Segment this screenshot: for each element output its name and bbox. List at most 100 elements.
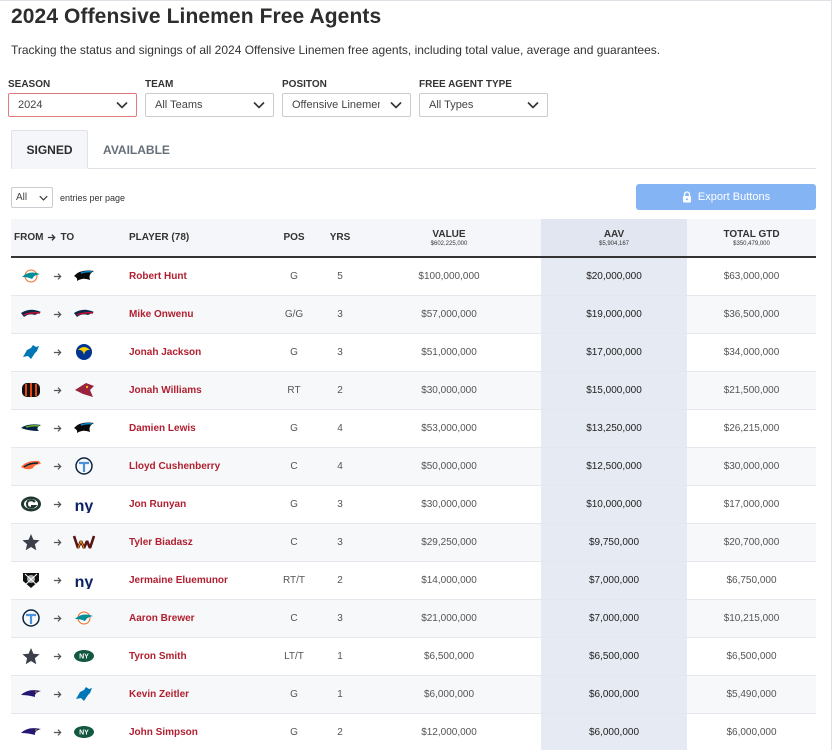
position-cell: RT/T bbox=[265, 561, 323, 600]
yrs-header[interactable]: YRS bbox=[323, 219, 357, 258]
season-value: 2024 bbox=[18, 99, 43, 111]
from-to-cell bbox=[11, 447, 123, 486]
player-name-link[interactable]: Mike Onwenu bbox=[123, 295, 265, 334]
pos-header[interactable]: POS bbox=[265, 219, 323, 258]
guaranteed-cell: $34,000,000 bbox=[687, 333, 816, 372]
player-name-link[interactable]: Tyron Smith bbox=[123, 637, 265, 676]
arrow-right-icon bbox=[53, 348, 62, 356]
titans-logo-icon bbox=[75, 457, 93, 475]
table-row: Tyler Biadasz C 3 $29,250,000 $9,750,000 $20,… bbox=[11, 523, 816, 562]
from-to-header[interactable]: FROM TO bbox=[11, 219, 123, 258]
value-header-label: VALUE bbox=[432, 228, 466, 240]
export-button[interactable]: Export Buttons bbox=[636, 184, 816, 210]
value-cell: $14,000,000 bbox=[357, 561, 541, 600]
player-name-link[interactable]: Aaron Brewer bbox=[123, 599, 265, 638]
player-name-link[interactable]: Jonah Jackson bbox=[123, 333, 265, 372]
page-description: Tracking the status and signings of all … bbox=[11, 43, 661, 57]
value-cell: $50,000,000 bbox=[357, 447, 541, 486]
position-cell: RT bbox=[265, 371, 323, 410]
jets-logo-icon: NY bbox=[74, 650, 94, 662]
table-row: NY John Simpson G 2 $12,000,000 $6,000,000 $6,… bbox=[11, 713, 816, 750]
from-header-label: FROM bbox=[14, 232, 44, 243]
bengals-logo-icon bbox=[22, 383, 40, 397]
player-name-link[interactable]: Kevin Zeitler bbox=[123, 675, 265, 714]
position-select[interactable]: Offensive Linemen bbox=[282, 93, 411, 117]
guaranteed-cell: $21,500,000 bbox=[687, 371, 816, 410]
aav-header-label: AAV bbox=[603, 228, 625, 240]
chevron-down-icon bbox=[39, 195, 48, 201]
gtd-header[interactable]: TOTAL GTD $350,479,000 bbox=[687, 219, 816, 258]
svg-text:ny: ny bbox=[75, 498, 94, 513]
from-to-cell: ny bbox=[11, 561, 123, 600]
season-filter: SEASON 2024 bbox=[8, 80, 137, 117]
to-header-label: TO bbox=[60, 232, 75, 243]
cowboys-logo-icon bbox=[22, 648, 40, 665]
filter-bar: SEASON 2024 TEAM All Teams POSITON Offen… bbox=[8, 80, 548, 117]
player-header[interactable]: PLAYER (78) bbox=[123, 219, 265, 258]
position-cell: C bbox=[265, 523, 323, 562]
arrow-right-icon bbox=[53, 652, 62, 660]
entries-select[interactable]: All bbox=[11, 187, 53, 208]
giants-logo-icon: ny bbox=[75, 498, 94, 513]
arrow-right-icon bbox=[53, 690, 62, 698]
arrow-right-icon bbox=[53, 614, 62, 622]
player-name-link[interactable]: Jonah Williams bbox=[123, 371, 265, 410]
arrow-right-icon bbox=[53, 424, 62, 432]
aav-cell: $7,000,000 bbox=[541, 561, 687, 600]
player-name-link[interactable]: Damien Lewis bbox=[123, 409, 265, 448]
season-select[interactable]: 2024 bbox=[8, 93, 137, 117]
page-title: 2024 Offensive Linemen Free Agents bbox=[11, 5, 382, 28]
patriots-logo-icon bbox=[74, 309, 94, 317]
fa-type-value: All Types bbox=[429, 99, 474, 111]
years-cell: 3 bbox=[323, 485, 357, 524]
player-name-link[interactable]: Robert Hunt bbox=[123, 257, 265, 296]
position-cell: G bbox=[265, 485, 323, 524]
guaranteed-cell: $26,215,000 bbox=[687, 409, 816, 448]
value-cell: $21,000,000 bbox=[357, 599, 541, 638]
position-cell: G bbox=[265, 675, 323, 714]
panthers-logo-icon bbox=[74, 270, 94, 282]
titans-logo-icon bbox=[22, 609, 40, 627]
value-cell: $53,000,000 bbox=[357, 409, 541, 448]
player-name-link[interactable]: Jon Runyan bbox=[123, 485, 265, 524]
player-name-link[interactable]: Jermaine Eluemunor bbox=[123, 561, 265, 600]
years-cell: 2 bbox=[323, 713, 357, 750]
guaranteed-cell: $10,215,000 bbox=[687, 599, 816, 638]
player-name-link[interactable]: John Simpson bbox=[123, 713, 265, 750]
from-to-cell bbox=[11, 371, 123, 410]
years-cell: 4 bbox=[323, 447, 357, 486]
svg-text:NY: NY bbox=[79, 730, 89, 737]
fa-type-filter: FREE AGENT TYPE All Types bbox=[419, 80, 548, 117]
aav-header[interactable]: AAV $5,904,167 bbox=[541, 219, 687, 258]
value-header[interactable]: VALUE $602,225,000 bbox=[357, 219, 541, 258]
player-name-link[interactable]: Tyler Biadasz bbox=[123, 523, 265, 562]
from-to-cell bbox=[11, 675, 123, 714]
team-select[interactable]: All Teams bbox=[145, 93, 274, 117]
guaranteed-cell: $5,490,000 bbox=[687, 675, 816, 714]
tab-signed[interactable]: SIGNED bbox=[11, 130, 88, 169]
from-to-cell bbox=[11, 257, 123, 296]
guaranteed-cell: $20,700,000 bbox=[687, 523, 816, 562]
aav-cell: $15,000,000 bbox=[541, 371, 687, 410]
team-label: TEAM bbox=[145, 79, 174, 90]
seahawks-logo-icon bbox=[21, 424, 41, 431]
fa-type-select[interactable]: All Types bbox=[419, 93, 548, 117]
position-cell: LT/T bbox=[265, 637, 323, 676]
position-cell: G bbox=[265, 409, 323, 448]
arrow-right-icon bbox=[48, 234, 57, 241]
tab-available[interactable]: AVAILABLE bbox=[89, 130, 184, 169]
panthers-logo-icon bbox=[74, 422, 94, 433]
table-row: ny Jermaine Eluemunor RT/T 2 $14,000,000 $7,0… bbox=[11, 561, 816, 600]
export-label: Export Buttons bbox=[697, 191, 771, 203]
position-value: Offensive Linemen bbox=[292, 99, 380, 111]
from-to-cell bbox=[11, 409, 123, 448]
arrow-right-icon bbox=[53, 728, 62, 736]
svg-text:ny: ny bbox=[75, 574, 94, 589]
fa-type-label: FREE AGENT TYPE bbox=[419, 79, 512, 90]
table-row: Jonah Williams RT 2 $30,000,000 $15,000,000 $… bbox=[11, 371, 816, 410]
from-to-cell: ny bbox=[11, 485, 123, 524]
aav-cell: $10,000,000 bbox=[541, 485, 687, 524]
value-cell: $6,000,000 bbox=[357, 675, 541, 714]
from-to-cell bbox=[11, 295, 123, 334]
player-name-link[interactable]: Lloyd Cushenberry bbox=[123, 447, 265, 486]
